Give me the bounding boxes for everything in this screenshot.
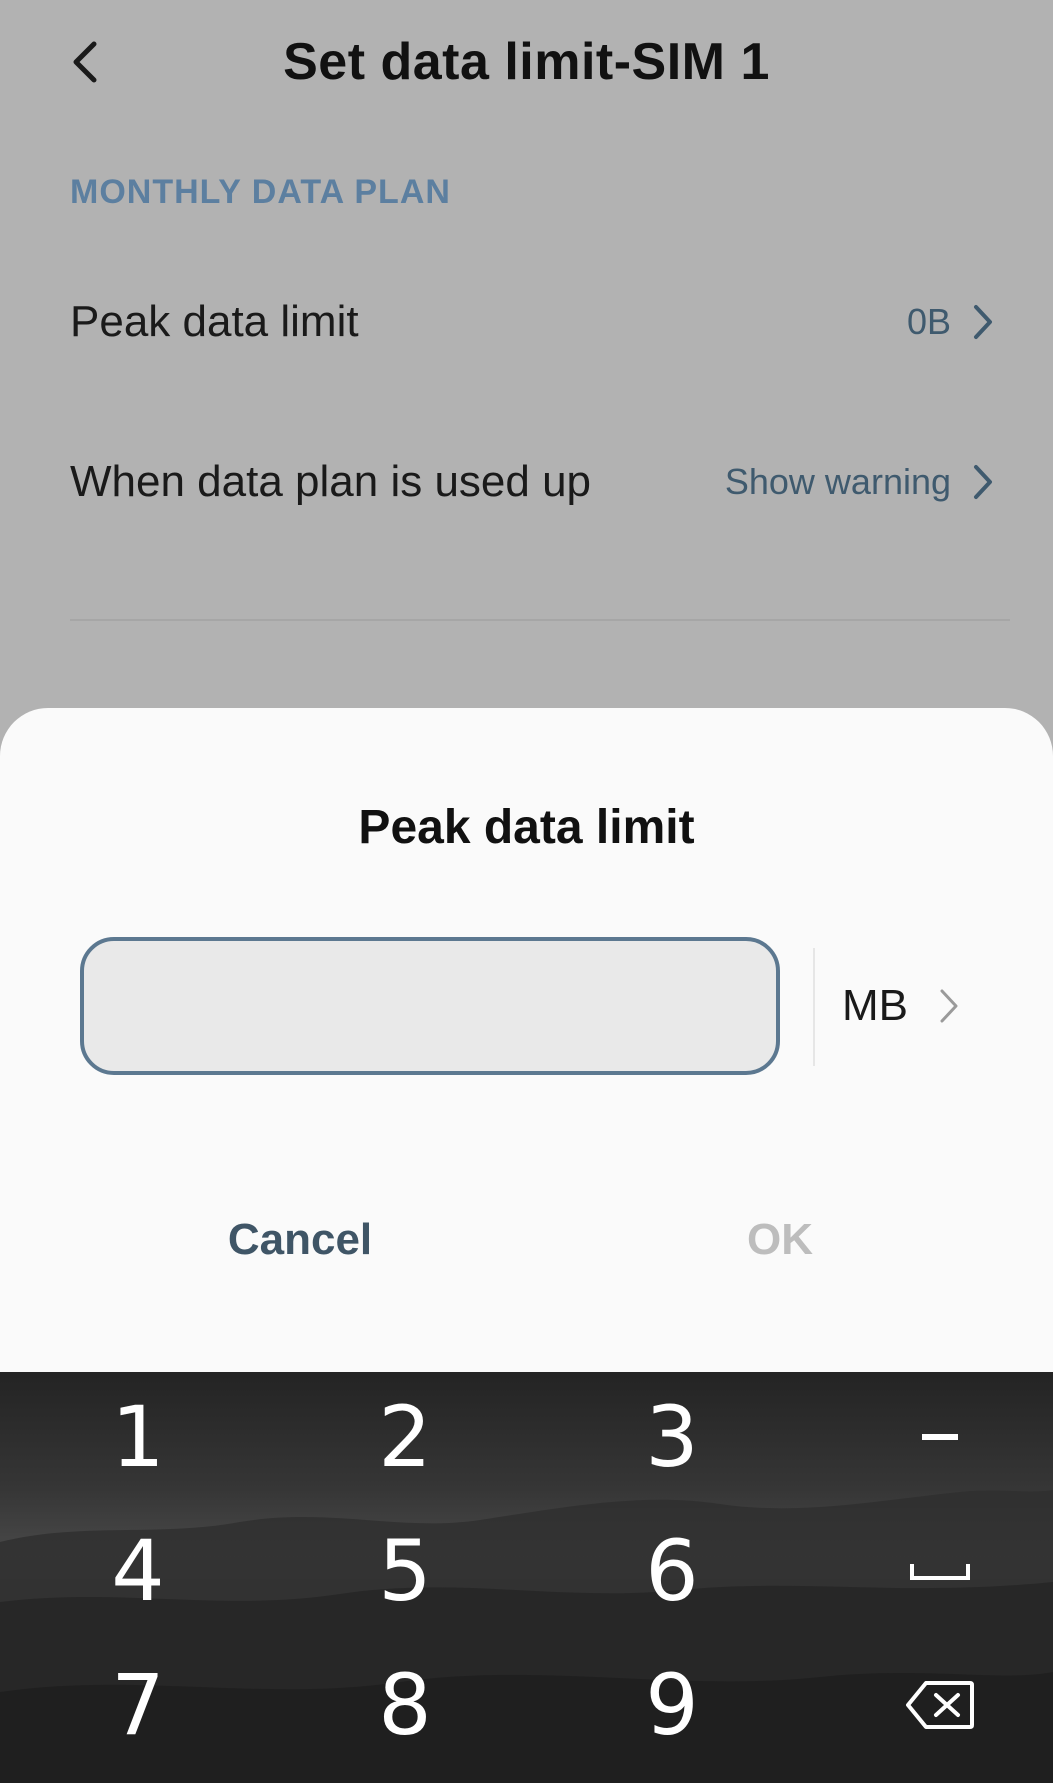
key-2[interactable]: 2: [305, 1372, 505, 1502]
chevron-right-icon: [963, 422, 1003, 542]
row-label: Peak data limit: [70, 297, 359, 346]
key-5[interactable]: 5: [305, 1506, 505, 1636]
backspace-icon: [906, 1681, 974, 1729]
data-used-up-row[interactable]: When data plan is used up Show warning: [0, 422, 1053, 542]
unit-label: MB: [842, 981, 908, 1030]
key-3[interactable]: 3: [572, 1372, 772, 1502]
numeric-keypad: 1 2 3 4 5 6 7 8 9: [0, 1372, 1053, 1783]
key-6[interactable]: 6: [572, 1506, 772, 1636]
key-7[interactable]: 7: [38, 1640, 238, 1770]
cancel-button[interactable]: Cancel: [100, 1200, 500, 1280]
settings-screen: Set data limit-SIM 1 MONTHLY DATA PLAN P…: [0, 0, 1053, 760]
space-key[interactable]: [840, 1506, 1040, 1636]
divider: [70, 619, 1010, 621]
dialog-title: Peak data limit: [358, 801, 695, 854]
chevron-right-icon: [938, 987, 960, 1025]
peak-data-limit-row[interactable]: Peak data limit 0B: [0, 262, 1053, 382]
data-limit-input-box[interactable]: [80, 937, 780, 1075]
data-limit-input[interactable]: [84, 941, 776, 1071]
row-value: 0B: [906, 301, 951, 342]
key-8[interactable]: 8: [305, 1640, 505, 1770]
key-9[interactable]: 9: [572, 1640, 772, 1770]
row-label: When data plan is used up: [70, 457, 592, 506]
section-header: MONTHLY DATA PLAN: [70, 173, 451, 211]
minus-icon: [922, 1434, 958, 1440]
backspace-key[interactable]: [840, 1640, 1040, 1770]
unit-separator: [813, 948, 815, 1066]
page-title: Set data limit-SIM 1: [283, 33, 770, 91]
unit-selector[interactable]: MB: [830, 937, 990, 1075]
chevron-right-icon: [963, 262, 1003, 382]
space-icon: [910, 1564, 970, 1580]
row-value: Show warning: [724, 461, 951, 502]
key-1[interactable]: 1: [38, 1372, 238, 1502]
key-4[interactable]: 4: [38, 1506, 238, 1636]
ok-button[interactable]: OK: [580, 1200, 980, 1280]
peak-data-limit-dialog: Peak data limit MB Cancel OK: [0, 708, 1053, 1372]
minus-key[interactable]: [840, 1372, 1040, 1502]
